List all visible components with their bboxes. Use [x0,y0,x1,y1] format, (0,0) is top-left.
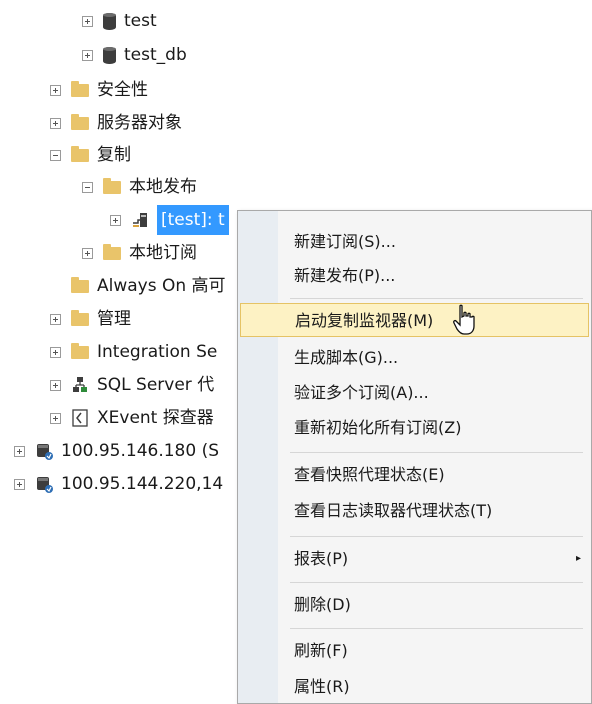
menu-item-launch-replication-monitor[interactable]: 启动复制监视器(M) [240,303,589,337]
tree-node-label: 本地订阅 [129,243,197,263]
menu-item-properties[interactable]: 属性(R) [278,670,591,704]
tree-node-label: XEvent 探查器 [97,408,214,428]
mouse-cursor-icon [453,304,475,335]
tree-node-replication[interactable]: 复制 [50,140,131,170]
folder-icon [71,113,89,130]
tree-node-label: 服务器对象 [97,113,182,133]
tree-node-label: 本地发布 [129,177,197,197]
tree-node-local-subscriptions[interactable]: 本地订阅 [82,238,197,268]
expand-icon[interactable] [50,84,61,96]
expand-icon[interactable] [50,313,61,325]
tree-node-label: Always On 高可 [97,276,226,296]
menu-item-refresh[interactable]: 刷新(F) [278,634,591,668]
tree-node-test[interactable]: test [82,6,157,36]
folder-icon [103,177,121,194]
server-icon [37,444,53,460]
menu-item-generate-scripts[interactable]: 生成脚本(G)... [278,341,591,375]
folder-icon [71,145,89,162]
database-icon [103,12,116,30]
expand-icon[interactable] [50,346,61,358]
menu-item-new-subscription[interactable]: 新建订阅(S)... [278,225,591,259]
folder-icon [71,342,89,359]
tree-node-sql-server-agent[interactable]: SQL Server 代 [50,370,214,400]
menu-separator [290,536,583,537]
tree-node-server-objects[interactable]: 服务器对象 [50,108,182,138]
tree-node-integration-services[interactable]: Integration Se [50,337,217,367]
menu-separator [290,452,583,453]
menu-separator [290,628,583,629]
tree-node-label: 管理 [97,309,131,329]
tree-node-label: Integration Se [97,342,218,362]
menu-item-reinitialize-subscriptions[interactable]: 重新初始化所有订阅(Z) [278,411,591,445]
collapse-icon[interactable] [82,181,93,193]
menu-item-validate-subscriptions[interactable]: 验证多个订阅(A)... [278,376,591,410]
menu-item-delete[interactable]: 删除(D) [278,588,591,622]
folder-icon [71,80,89,97]
menu-separator [290,582,583,583]
tree-node-xevent-profiler[interactable]: XEvent 探查器 [50,403,214,433]
agent-icon [73,377,87,392]
tree-node-publication[interactable]: [test]: t [110,205,229,235]
tree-node-label: 安全性 [97,80,148,100]
submenu-arrow-icon: ▸ [575,553,581,564]
tree-node-label: test_db [124,45,187,65]
folder-icon [103,243,121,260]
menu-item-view-log-reader-agent-status[interactable]: 查看日志读取器代理状态(T) [278,494,591,528]
collapse-icon[interactable] [50,149,61,161]
tree-node-label: 复制 [97,145,131,165]
tree-node-label: SQL Server 代 [97,375,215,395]
context-menu: 新建订阅(S)... 新建发布(P)... 启动复制监视器(M) 生成脚本(G)… [237,210,592,704]
xevent-icon [72,409,88,427]
tree-node-server-2[interactable]: 100.95.144.220,14 [14,469,223,499]
tree-node-label: 100.95.144.220,14 [61,474,224,494]
server-icon [37,477,53,493]
expand-icon[interactable] [82,49,93,61]
tree-node-management[interactable]: 管理 [50,304,131,334]
tree-node-label: [test]: t [157,205,229,235]
expand-icon[interactable] [50,117,61,129]
tree-node-local-publications[interactable]: 本地发布 [82,172,197,202]
tree-node-label: 100.95.146.180 (S [61,441,220,461]
tree-node-security[interactable]: 安全性 [50,75,148,105]
menu-item-view-snapshot-agent-status[interactable]: 查看快照代理状态(E) [278,458,591,492]
expand-icon[interactable] [82,247,93,259]
menu-item-new-publication[interactable]: 新建发布(P)... [278,259,591,293]
folder-icon [71,276,89,293]
expand-icon[interactable] [110,214,121,226]
menu-separator [290,298,583,299]
tree-node-server-1[interactable]: 100.95.146.180 (S [14,436,219,466]
tree-node-always-on[interactable]: Always On 高可 [50,271,226,301]
database-icon [103,46,116,64]
expand-icon[interactable] [14,478,25,490]
publication-icon [133,213,147,227]
expand-icon[interactable] [82,15,93,27]
tree-node-label: test [124,11,157,31]
expand-icon[interactable] [50,412,61,424]
no-expand-spacer [50,281,61,292]
menu-item-reports[interactable]: 报表(P) ▸ [278,542,591,576]
folder-icon [71,309,89,326]
menu-icon-gutter [238,211,278,703]
expand-icon[interactable] [50,379,61,391]
expand-icon[interactable] [14,445,25,457]
tree-node-test-db[interactable]: test_db [82,40,187,70]
